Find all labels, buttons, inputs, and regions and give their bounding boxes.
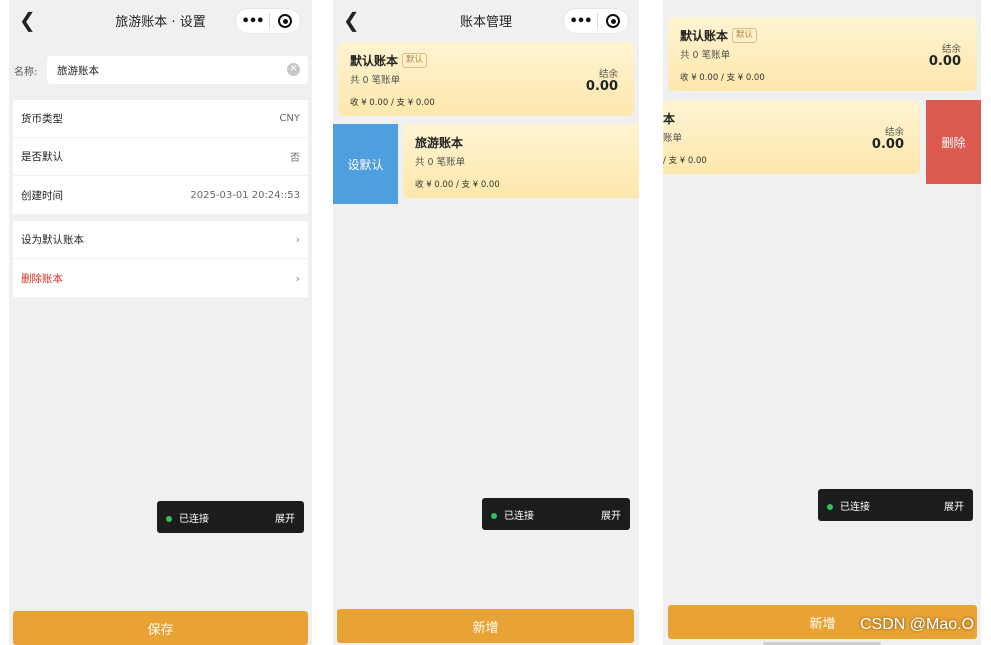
ledger-bill-count: 共 0 笔账单 xyxy=(680,50,731,61)
connected-dot-icon xyxy=(491,512,497,519)
info-row-label: 是否默认 xyxy=(21,151,63,163)
csdn-watermark: CSDN @Mao.O xyxy=(860,616,975,633)
mini-program-capsule: ••• xyxy=(235,8,301,34)
ledger-name: 旅游账本 xyxy=(415,136,464,150)
ledger-income-expense: 收 ¥ 0.00 / 支 ¥ 0.00 xyxy=(680,73,765,83)
nav-bar: ❮ 旅游账本 · 设置 ••• xyxy=(9,0,312,40)
nav-bar: ❮ 账本管理 ••• xyxy=(333,0,639,40)
back-icon[interactable]: ❮ xyxy=(343,8,365,32)
delete-ledger-row[interactable]: 删除账本 › xyxy=(13,259,308,297)
connected-dot-icon xyxy=(827,503,833,510)
info-row-value: CNY xyxy=(279,113,300,124)
back-icon[interactable]: ❮ xyxy=(19,8,41,32)
ledger-actions-group: 设为默认账本 › 删除账本 › xyxy=(13,221,308,297)
connection-status: 已连接 xyxy=(166,510,209,525)
set-default-button[interactable]: 设默认 xyxy=(333,124,398,204)
expand-button[interactable]: 展开 xyxy=(275,510,295,525)
page-title: 旅游账本 · 设置 xyxy=(115,14,206,30)
name-input[interactable]: 旅游账本 ✕ xyxy=(47,56,308,84)
chevron-right-icon: › xyxy=(295,271,300,285)
name-input-value: 旅游账本 xyxy=(57,64,99,77)
default-ledger-card[interactable]: 默认账本 默认 共 0 笔账单 收 ¥ 0.00 / 支 ¥ 0.00 结余 0… xyxy=(668,17,977,91)
action-row-label: 设为默认账本 xyxy=(21,234,84,246)
balance-value: 0.00 xyxy=(928,54,961,69)
balance-label: 结余 xyxy=(941,44,961,55)
ledger-name: 本 xyxy=(663,112,676,126)
action-row-label: 删除账本 xyxy=(21,272,63,285)
expand-button[interactable]: 展开 xyxy=(601,507,621,522)
chevron-right-icon: › xyxy=(295,233,300,246)
connection-toast: 已连接 展开 xyxy=(818,489,973,521)
ledger-name: 默认账本 默认 xyxy=(680,27,758,44)
ledger-income-expense: 收 ¥ 0.00 / 支 ¥ 0.00 xyxy=(415,180,500,190)
default-badge: 默认 xyxy=(402,53,428,68)
default-badge: 默认 xyxy=(732,28,758,43)
info-row-value: 否 xyxy=(290,153,300,164)
connection-toast: 已连接 展开 xyxy=(157,501,304,533)
connection-status: 已连接 xyxy=(827,498,870,513)
close-mini-program-icon[interactable] xyxy=(598,14,628,28)
balance-value: 0.00 xyxy=(585,79,618,94)
close-mini-program-icon[interactable] xyxy=(270,14,300,28)
info-row-value: 2025-03-01 20:24::53 xyxy=(190,189,300,201)
expand-button[interactable]: 展开 xyxy=(944,498,964,513)
ledger-management-delete-screen: 默认账本 默认 共 0 笔账单 收 ¥ 0.00 / 支 ¥ 0.00 结余 0… xyxy=(663,0,981,645)
balance-label: 结余 xyxy=(884,127,904,138)
clear-icon[interactable]: ✕ xyxy=(287,63,300,76)
save-button[interactable]: 保存 xyxy=(13,611,308,645)
connection-toast: 已连接 展开 xyxy=(482,498,630,530)
info-row-currency: 货币类型 CNY xyxy=(13,100,308,138)
ledger-income-expense: 收 ¥ 0.00 / 支 ¥ 0.00 xyxy=(350,98,435,108)
info-row-label: 创建时间 xyxy=(21,189,63,202)
name-row: 名称: 旅游账本 ✕ xyxy=(9,55,312,85)
info-row-label: 货币类型 xyxy=(21,113,63,125)
name-label: 名称: xyxy=(14,66,38,78)
balance-value: 0.00 xyxy=(871,137,904,152)
connection-status: 已连接 xyxy=(491,507,534,522)
ledger-bill-count: 共 0 笔账单 xyxy=(415,157,466,168)
ledger-bill-count: 共 0 笔账单 xyxy=(350,75,401,86)
set-default-ledger-row[interactable]: 设为默认账本 › xyxy=(13,221,308,259)
delete-button[interactable]: 删除 xyxy=(926,100,981,184)
info-row-created-time: 创建时间 2025-03-01 20:24::53 xyxy=(13,176,308,214)
add-ledger-button[interactable]: 新增 xyxy=(337,609,634,643)
travel-ledger-card[interactable]: 旅游账本 共 0 笔账单 收 ¥ 0.00 / 支 ¥ 0.00 xyxy=(403,124,639,198)
ledger-bill-count: 账单 xyxy=(663,133,683,144)
ledger-income-expense: / 支 ¥ 0.00 xyxy=(663,156,707,166)
more-icon[interactable]: ••• xyxy=(236,14,269,29)
mini-program-capsule: ••• xyxy=(563,8,629,34)
travel-ledger-card[interactable]: 本 账单 / 支 ¥ 0.00 结余 0.00 xyxy=(663,100,920,174)
ledger-management-screen: ❮ 账本管理 ••• 默认账本 默认 共 0 笔账单 收 ¥ 0.00 / 支 … xyxy=(333,0,639,645)
more-icon[interactable]: ••• xyxy=(564,14,597,29)
ledger-name: 默认账本 默认 xyxy=(350,52,428,69)
ledger-info-group: 货币类型 CNY 是否默认 否 创建时间 2025-03-01 20:24::5… xyxy=(13,100,308,214)
balance-label: 结余 xyxy=(598,69,618,80)
connected-dot-icon xyxy=(166,515,172,522)
default-ledger-card[interactable]: 默认账本 默认 共 0 笔账单 收 ¥ 0.00 / 支 ¥ 0.00 结余 0… xyxy=(338,42,634,116)
ledger-settings-screen: ❮ 旅游账本 · 设置 ••• 名称: 旅游账本 ✕ 货币类型 CNY 是否默认… xyxy=(9,0,312,645)
page-title: 账本管理 xyxy=(459,14,512,30)
info-row-is-default: 是否默认 否 xyxy=(13,138,308,176)
